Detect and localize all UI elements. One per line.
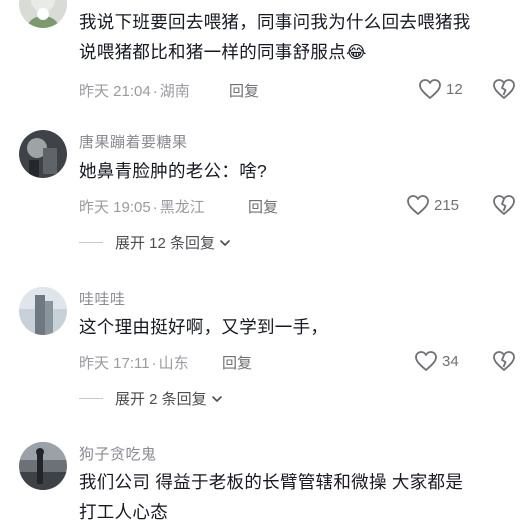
comment-time: 昨天 21:04 [79, 83, 151, 100]
divider [79, 398, 103, 399]
comment-text: 这个理由挺好啊，又学到一手， [79, 317, 329, 337]
divider [79, 242, 103, 243]
comment-meta: 昨天 21:04 · 湖南 [79, 83, 190, 100]
broken-heart-icon [493, 351, 515, 371]
like-count: 12 [446, 80, 463, 98]
heart-icon [415, 351, 437, 371]
username[interactable]: 狗子贪吃鬼 [79, 443, 157, 464]
comment-time: 昨天 17:11 [79, 355, 150, 372]
username[interactable]: 唐果蹦着要糖果 [79, 131, 188, 152]
broken-heart-icon [493, 195, 515, 215]
heart-icon [419, 79, 441, 99]
like-button[interactable]: 34 [414, 350, 459, 372]
avatar[interactable] [19, 0, 67, 28]
comment-meta: 昨天 19:05 · 黑龙江 [79, 199, 205, 216]
like-button[interactable]: 215 [406, 194, 459, 216]
like-count: 215 [434, 196, 460, 214]
comment-meta: 昨天 17:11 · 山东 [79, 355, 189, 372]
comment-time: 昨天 19:05 [79, 199, 151, 216]
avatar[interactable] [19, 287, 67, 335]
comment-location: 山东 [158, 355, 189, 372]
comment-text: 我们公司 得益于老板的长臂管辖和微操 大家都是 打工人心态 [79, 472, 464, 522]
comment-text: 我说下班要回去喂猪，同事问我为什么回去喂猪我 说喂猪都比和猪一样的同事舒服点😂 [79, 12, 471, 62]
laughing-emoji-icon: 😂 [346, 42, 367, 62]
dislike-button[interactable] [492, 349, 516, 373]
avatar[interactable] [19, 442, 67, 490]
avatar[interactable] [19, 130, 67, 178]
reply-button[interactable]: 回复 [248, 196, 278, 217]
comment-location: 湖南 [159, 83, 190, 100]
chevron-down-icon [211, 395, 222, 402]
dislike-button[interactable] [492, 193, 516, 217]
comment-text: 她鼻青脸肿的老公：啥? [79, 161, 268, 181]
heart-icon [407, 195, 429, 215]
like-button[interactable]: 12 [418, 78, 463, 100]
username[interactable]: 哇哇哇 [79, 288, 126, 309]
expand-replies-button[interactable]: 展开 2 条回复 [79, 388, 223, 409]
reply-button[interactable]: 回复 [229, 80, 259, 101]
broken-heart-icon [493, 79, 515, 99]
comment-location: 黑龙江 [159, 199, 205, 216]
expand-replies-button[interactable]: 展开 12 条回复 [79, 232, 231, 253]
like-count: 34 [442, 352, 459, 370]
dislike-button[interactable] [492, 77, 516, 101]
chevron-down-icon [220, 239, 230, 246]
reply-button[interactable]: 回复 [222, 352, 252, 373]
